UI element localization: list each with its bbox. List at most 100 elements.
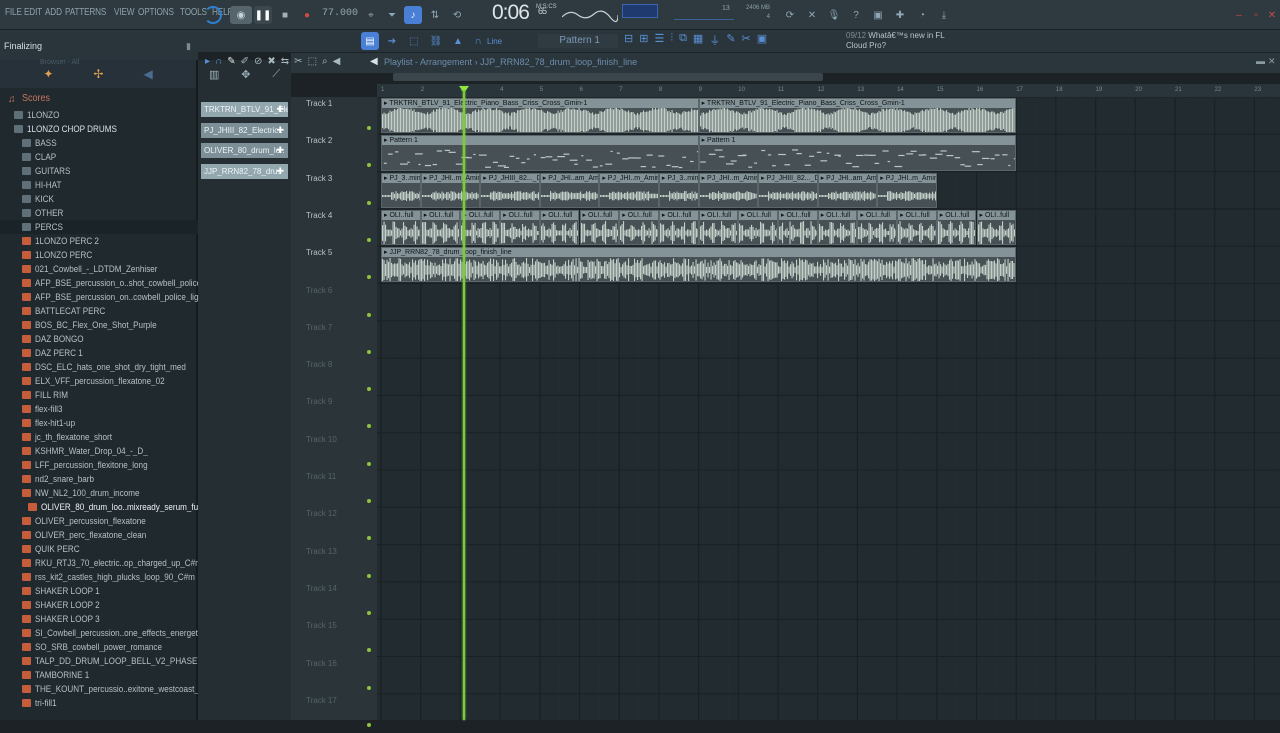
browser-file[interactable]: DSC_ELC_hats_one_shot_dry_tight_med — [0, 360, 198, 374]
track-label[interactable]: Track 5 — [306, 248, 332, 285]
browser-file[interactable]: DAZ PERC 1 — [0, 346, 198, 360]
close-icon[interactable]: ✕ — [1263, 6, 1280, 24]
pattern-selector[interactable]: Pattern 1 — [538, 34, 618, 48]
menu-view[interactable]: VIEW — [114, 7, 134, 18]
cpu-icon[interactable]: ⟳ — [781, 6, 799, 24]
track-label[interactable]: Track 13 — [306, 547, 337, 584]
track-label[interactable]: Track 1 — [306, 99, 332, 136]
download-icon[interactable]: ⤓ — [935, 6, 953, 24]
browser-file[interactable]: BATTLECAT PERC — [0, 304, 198, 318]
browser-file[interactable]: DAZ BONGO — [0, 332, 198, 346]
track-label[interactable]: Track 9 — [306, 397, 332, 434]
browser-file[interactable]: OLIVER_perc_flexatone_clean — [0, 528, 198, 542]
minimize-icon[interactable]: – — [1230, 6, 1248, 24]
browser-folder[interactable]: GUITARS — [0, 164, 198, 178]
playlist-clip[interactable]: ▸ PJ_JHI..m_Amin — [421, 173, 481, 208]
picker-clip[interactable]: TRKTRN_BTLV_91_Ele.. — [201, 102, 288, 117]
playlist-clip[interactable]: ▸ OLI..full — [818, 210, 858, 245]
browser-file[interactable]: TALP_DD_DRUM_LOOP_BELL_V2_PHASEY_118 — [0, 654, 198, 668]
playlist-clip[interactable]: ▸ OLI..full — [738, 210, 778, 245]
playlist-clip[interactable]: ▸ OLI..full — [381, 210, 421, 245]
browser-folder[interactable]: BASS — [0, 136, 198, 150]
browser-file[interactable]: BOS_BC_Flex_One_Shot_Purple — [0, 318, 198, 332]
browser-folder[interactable]: 1LONZO — [0, 108, 198, 122]
track-label[interactable]: Track 2 — [306, 136, 332, 173]
browser-file[interactable]: nd2_snare_barb — [0, 472, 198, 486]
playlist-clip[interactable]: ▸ PJ_3..min — [659, 173, 699, 208]
pl-mute-icon[interactable]: ✖ — [267, 56, 275, 67]
track-mute-led[interactable] — [367, 126, 371, 130]
browser-folder[interactable]: PERCS — [0, 220, 198, 234]
browser-file[interactable]: OLIVER_80_drum_loo..mixready_serum_full — [0, 500, 198, 514]
browser-file[interactable]: TAMBORINE 1 — [0, 668, 198, 682]
tempo-display[interactable]: 77.000 — [322, 8, 358, 19]
track-mute-led[interactable] — [367, 201, 371, 205]
playlist-clip[interactable]: ▸ PJ_JHI..m_Amin — [599, 173, 659, 208]
playlist-clip[interactable]: ▸ JJP_RRN82_78_drum_loop_finish_line — [381, 247, 1016, 282]
browser-folder[interactable]: HI-HAT — [0, 178, 198, 192]
track-mute-led[interactable] — [367, 238, 371, 242]
playlist-scrollbar[interactable] — [393, 73, 823, 81]
picker-grid-icon[interactable]: ▥ — [209, 68, 219, 81]
plugin-icon[interactable]: ✚ — [891, 6, 909, 24]
playlist-clip[interactable]: ▸ OLI..full — [937, 210, 977, 245]
playlist-clip[interactable]: ▸ Pattern 1 — [381, 135, 699, 170]
faders-icon[interactable]: ⫶ — [670, 32, 673, 48]
browser-file[interactable]: QUIK PERC — [0, 542, 198, 556]
browser-folder[interactable]: CLAP — [0, 150, 198, 164]
browser-file[interactable]: AFP_BSE_percussion_on..cowbell_police_li… — [0, 290, 198, 304]
browser-file[interactable]: 021_Cowbell_-_LDTDM_Zenhiser — [0, 262, 198, 276]
track-mute-led[interactable] — [367, 163, 371, 167]
playlist-clip[interactable]: ▸ OLI..full — [580, 210, 620, 245]
archive-icon[interactable]: ▣ — [757, 32, 767, 48]
track-label[interactable]: Track 7 — [306, 323, 332, 360]
browser-file[interactable]: FILL RIM — [0, 388, 198, 402]
playlist-clip[interactable]: ▸ OLI..full — [460, 210, 500, 245]
pin-icon[interactable]: ▮ — [186, 41, 191, 52]
time-display[interactable]: 0:0665 — [492, 1, 529, 25]
metronome-icon[interactable]: ⌖ — [362, 6, 380, 24]
stamp-icon[interactable]: ▲ — [449, 32, 467, 50]
pause-button[interactable]: ❚❚ — [254, 6, 272, 24]
browser-file[interactable]: SO_SRB_cowbell_power_romance — [0, 640, 198, 654]
browser-file[interactable]: NW_NL2_100_drum_income — [0, 486, 198, 500]
mic-icon[interactable]: 🎙 — [825, 6, 843, 24]
picker-move-icon[interactable]: ✥ — [241, 68, 250, 81]
playlist-clip[interactable]: ▸ OLI..full — [659, 210, 699, 245]
browser-file[interactable]: SHAKER LOOP 1 — [0, 584, 198, 598]
playlist-clip[interactable]: ▸ PJ_JHI..m_Amin — [699, 173, 759, 208]
mixer-icon[interactable]: ⊟ — [624, 32, 633, 48]
browser-file[interactable]: SHAKER LOOP 3 — [0, 612, 198, 626]
step-edit-icon[interactable]: ♪ — [404, 6, 422, 24]
link-icon[interactable]: ⛓ — [427, 32, 445, 50]
track-label[interactable]: Track 8 — [306, 360, 332, 397]
brush-icon[interactable]: ✎ — [726, 32, 735, 48]
magnet-icon[interactable]: ∩ — [469, 32, 487, 50]
pl-select-icon[interactable]: ⬚ — [308, 56, 317, 67]
save-icon[interactable]: ▣ — [869, 6, 887, 24]
track-mute-led[interactable] — [367, 313, 371, 317]
browser-file[interactable]: OLIVER_percussion_flexatone — [0, 514, 198, 528]
browser-folder[interactable]: KICK — [0, 192, 198, 206]
playlist-clip[interactable]: ▸ PJ_3..min — [381, 173, 421, 208]
browser-file[interactable]: rss_kit2_castles_high_plucks_loop_90_C#m — [0, 570, 198, 584]
help-icon[interactable]: ? — [847, 6, 865, 24]
track-label[interactable]: Track 11 — [306, 472, 336, 509]
browser-file[interactable]: THE_KOUNT_percussio..exitone_westcoast_0… — [0, 682, 198, 696]
playlist-clip[interactable]: ▸ OLI..full — [699, 210, 739, 245]
browser-file[interactable]: ELX_VFF_percussion_flexatone_02 — [0, 374, 198, 388]
menu-patterns[interactable]: PATTERNS — [65, 7, 106, 18]
blend-notes-icon[interactable]: ⇅ — [426, 6, 444, 24]
record-button[interactable]: ● — [298, 6, 316, 24]
playlist-clip[interactable]: ▸ OLI..full — [977, 210, 1017, 245]
playlist-clip[interactable]: ▸ OLI..full — [857, 210, 897, 245]
playlist-clip[interactable]: ▸ PJ_JHI..m_Amin — [877, 173, 937, 208]
picker-clip[interactable]: PJ_JHIII_82_Electric.. — [201, 123, 288, 138]
snap-label[interactable]: Line — [487, 37, 502, 46]
track-mute-led[interactable] — [367, 648, 371, 652]
pl-paint-icon[interactable]: ✐ — [241, 56, 249, 67]
playlist-clip[interactable]: ▸ PJ_JHIII_82..._Dream_Amin — [758, 173, 818, 208]
stop-button[interactable]: ■ — [276, 6, 294, 24]
pl-zoom-icon[interactable]: ⌕ — [322, 56, 328, 67]
browser-file[interactable]: 1LONZO PERC 2 — [0, 234, 198, 248]
